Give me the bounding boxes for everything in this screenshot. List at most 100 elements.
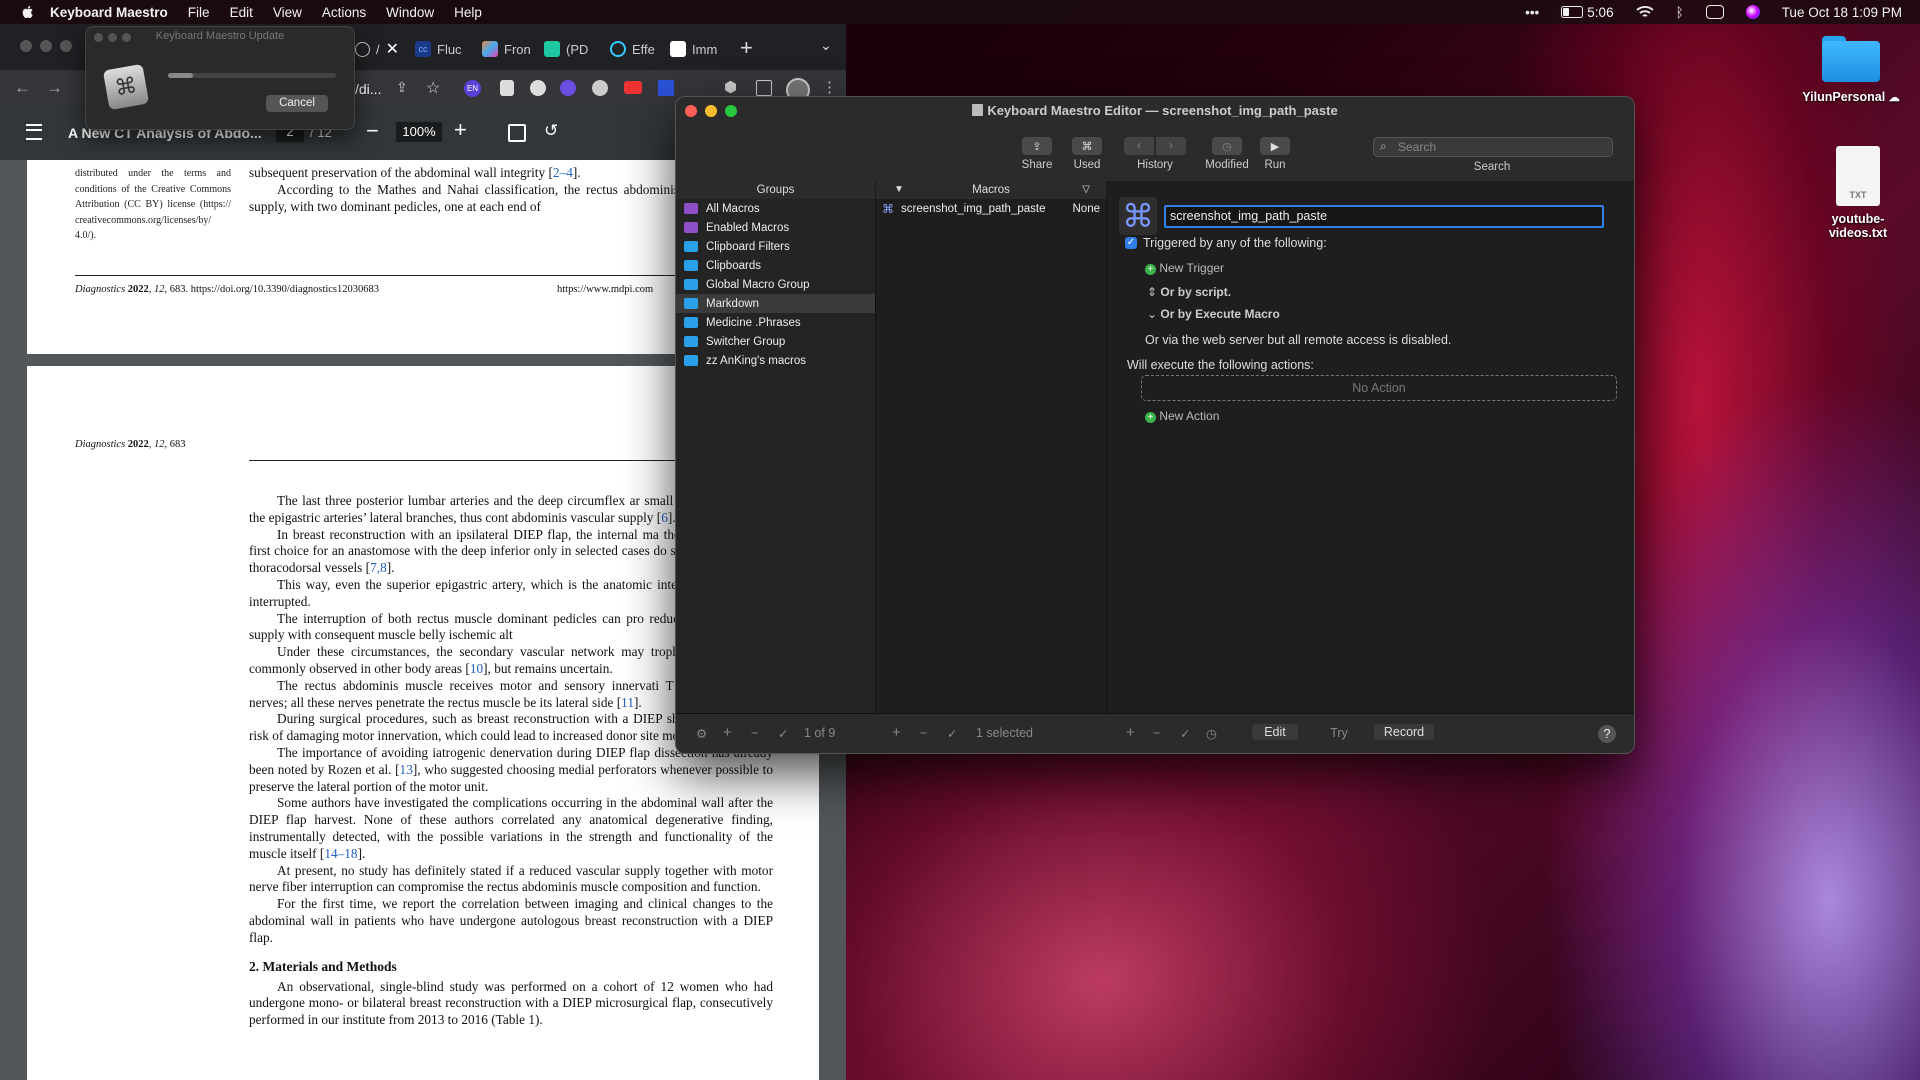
- enable-action-icon[interactable]: ✓: [1180, 726, 1190, 741]
- bookmark-star-icon[interactable]: ☆: [426, 78, 440, 98]
- macro-name-field[interactable]: screenshot_img_path_paste: [1164, 205, 1604, 228]
- extension-blue-icon[interactable]: [658, 80, 674, 96]
- enable-group-icon[interactable]: ✓: [778, 726, 788, 741]
- try-button[interactable]: Try: [1316, 726, 1362, 740]
- remove-macro-icon[interactable]: −: [920, 726, 927, 740]
- citation-link[interactable]: 6: [661, 510, 668, 525]
- run-button[interactable]: ▶ Run: [1250, 137, 1300, 171]
- apple-icon[interactable]: [20, 4, 36, 20]
- group-item[interactable]: Clipboards: [676, 256, 875, 275]
- extension-purple-icon[interactable]: [560, 80, 576, 96]
- share-button[interactable]: ⇪ Share: [1012, 137, 1062, 171]
- clock[interactable]: Tue Oct 18 1:09 PM: [1782, 5, 1902, 20]
- close-tab-icon[interactable]: ✕: [386, 39, 399, 59]
- history-button[interactable]: ‹ › History: [1119, 137, 1191, 171]
- group-item[interactable]: Clipboard Filters: [676, 237, 875, 256]
- new-tab-icon[interactable]: +: [740, 35, 753, 61]
- enable-macro-icon[interactable]: ✓: [947, 726, 957, 741]
- menu-help[interactable]: Help: [454, 5, 482, 20]
- extension-en-icon[interactable]: EN: [464, 80, 481, 97]
- group-item[interactable]: All Macros: [676, 199, 875, 218]
- sort-icon[interactable]: ▼: [894, 181, 904, 199]
- new-action-button[interactable]: + New Action: [1145, 409, 1219, 423]
- new-trigger-button[interactable]: + New Trigger: [1145, 261, 1224, 275]
- citation-link[interactable]: 13: [400, 762, 413, 777]
- desktop-file[interactable]: TXT youtube-videos.txt: [1818, 146, 1898, 240]
- tab-fron[interactable]: Fron: [482, 36, 531, 62]
- tab-effe[interactable]: Effe: [610, 36, 655, 62]
- chevron-down-icon[interactable]: ⌄: [820, 37, 832, 54]
- tab-active[interactable]: / ✕: [355, 36, 399, 62]
- rotate-icon[interactable]: ↺: [544, 121, 558, 141]
- chevron-left-icon[interactable]: ‹: [1124, 137, 1154, 155]
- citation-link[interactable]: 11: [621, 695, 634, 710]
- add-group-icon[interactable]: +: [723, 724, 732, 741]
- extensions-puzzle-icon[interactable]: ⬢: [724, 78, 737, 96]
- forward-icon[interactable]: →: [46, 78, 63, 98]
- citation-link[interactable]: 10: [470, 661, 483, 676]
- desktop-folder[interactable]: YilunPersonal ☁: [1786, 36, 1916, 104]
- footer-url[interactable]: https://www.mdpi.com: [557, 284, 653, 295]
- gear-icon[interactable]: ⚙: [696, 726, 707, 741]
- group-item[interactable]: Switcher Group: [676, 332, 875, 351]
- extension-lock-icon[interactable]: [500, 80, 514, 96]
- chevron-right-icon[interactable]: ›: [1156, 137, 1186, 155]
- triggered-checkbox[interactable]: ✓: [1125, 237, 1137, 249]
- citation-link[interactable]: 14–18: [324, 846, 357, 861]
- extension-bolt-icon[interactable]: [592, 80, 608, 96]
- wifi-icon[interactable]: [1635, 5, 1654, 19]
- modified-button[interactable]: ◷ Modified: [1199, 137, 1255, 171]
- control-center-icon[interactable]: [1705, 5, 1724, 19]
- url-text[interactable]: /di...: [355, 81, 381, 97]
- cancel-button[interactable]: Cancel: [266, 95, 328, 112]
- minimize-dot[interactable]: [40, 40, 52, 52]
- edit-button[interactable]: Edit: [1252, 724, 1298, 740]
- menu-file[interactable]: File: [188, 5, 210, 20]
- sidepanel-icon[interactable]: [756, 80, 772, 96]
- fit-page-icon[interactable]: [508, 124, 526, 142]
- zoom-in-icon[interactable]: +: [454, 117, 467, 143]
- extension-messenger-icon[interactable]: [530, 80, 546, 96]
- remove-group-icon[interactable]: −: [751, 726, 758, 740]
- menu-app-name[interactable]: Keyboard Maestro: [50, 5, 168, 20]
- tab-imm[interactable]: Imm: [670, 36, 717, 62]
- or-by-script[interactable]: ⇕ Or by script.: [1147, 285, 1231, 299]
- clock-icon[interactable]: ◷: [1206, 726, 1217, 741]
- groups-header[interactable]: Groups: [676, 181, 875, 200]
- group-item[interactable]: Medicine .Phrases: [676, 313, 875, 332]
- group-item[interactable]: zz AnKing's macros: [676, 351, 875, 370]
- extension-red-icon[interactable]: [624, 81, 642, 94]
- remove-action-icon[interactable]: −: [1153, 726, 1160, 740]
- add-macro-icon[interactable]: +: [892, 724, 901, 741]
- tab-pdf[interactable]: (PD: [544, 36, 588, 62]
- menu-edit[interactable]: Edit: [230, 5, 253, 20]
- help-button[interactable]: ?: [1598, 725, 1616, 743]
- used-button[interactable]: ⌘ Used: [1062, 137, 1112, 171]
- macro-item[interactable]: ⌘ screenshot_img_path_paste None: [876, 199, 1106, 218]
- citation-link[interactable]: 2–4: [553, 165, 573, 180]
- close-dot[interactable]: [20, 40, 32, 52]
- group-item-selected[interactable]: Markdown: [676, 294, 875, 313]
- filter-icon[interactable]: ▽: [1082, 181, 1090, 199]
- record-button[interactable]: Record: [1374, 724, 1434, 740]
- kebab-menu-icon[interactable]: ⋮: [822, 78, 837, 96]
- back-icon[interactable]: ←: [14, 78, 31, 98]
- zoom-out-icon[interactable]: −: [366, 118, 379, 144]
- footer-doi[interactable]: , 683. https://doi.org/10.3390/diagnosti…: [165, 284, 379, 295]
- citation-link[interactable]: 7,8: [370, 560, 387, 575]
- add-action-icon[interactable]: +: [1126, 724, 1135, 741]
- or-by-execute-macro[interactable]: ⌄ Or by Execute Macro: [1147, 307, 1280, 321]
- tab-fluc[interactable]: cc Fluc: [415, 36, 462, 62]
- bluetooth-icon[interactable]: ᛒ: [1676, 5, 1684, 20]
- search-field[interactable]: ⌕ Search: [1373, 137, 1613, 157]
- no-action-drop-zone[interactable]: No Action: [1141, 375, 1617, 401]
- group-item[interactable]: Enabled Macros: [676, 218, 875, 237]
- share-icon[interactable]: ⇪: [396, 79, 408, 96]
- siri-icon[interactable]: [1745, 5, 1760, 19]
- group-item[interactable]: Global Macro Group: [676, 275, 875, 294]
- zoom-dot[interactable]: [60, 40, 72, 52]
- hamburger-icon[interactable]: [26, 124, 42, 140]
- menu-actions[interactable]: Actions: [322, 5, 366, 20]
- zoom-level[interactable]: 100%: [396, 122, 442, 142]
- menu-window[interactable]: Window: [386, 5, 434, 20]
